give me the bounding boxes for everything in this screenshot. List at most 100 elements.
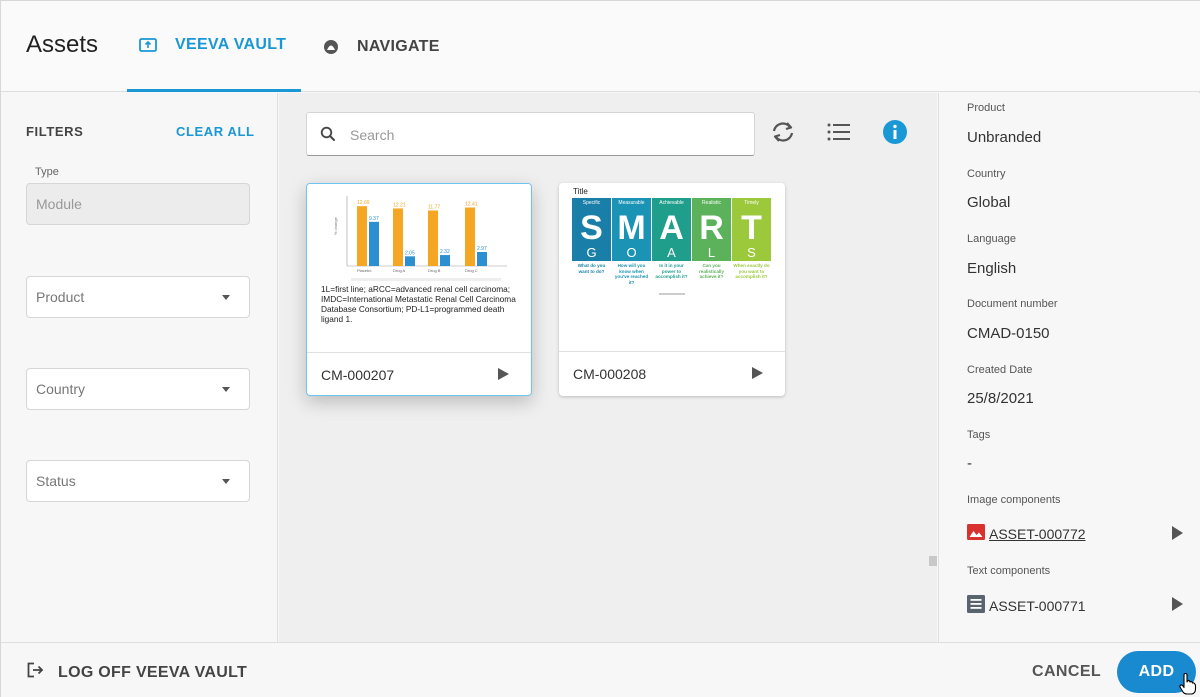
asset-id: CM-000207: [321, 367, 395, 383]
country-select[interactable]: Country: [26, 368, 250, 410]
chart-caption: 1L=first line; aRCC=advanced renal cell …: [321, 284, 516, 324]
detail-label: Created Date: [967, 364, 1033, 376]
footer: LOG OFF VEEVA VAULT CANCEL ADD: [1, 642, 1200, 697]
detail-label: Product: [967, 102, 1005, 114]
svg-text:% change: % change: [333, 216, 338, 235]
cancel-button[interactable]: CANCEL: [1032, 663, 1101, 681]
smart-letter: T: [732, 209, 771, 247]
detail-label: Country: [967, 168, 1006, 180]
smart-letter: R: [692, 209, 731, 247]
list-view-icon: [827, 123, 851, 146]
bar-label: 12.21: [393, 202, 406, 208]
bar-label: 2.32: [440, 249, 450, 255]
smart-word-letter: G: [572, 245, 611, 261]
chart-thumbnail: % change 12.69 9.37 12.21 2.05 11.77 2.32 12.4…: [307, 184, 531, 353]
smart-column: Measurable M O How will you know when you'v…: [612, 198, 651, 302]
search-icon: [320, 126, 336, 147]
smart-letter: S: [572, 209, 611, 247]
detail-value: Unbranded: [967, 129, 1042, 146]
tab-veeva-vault[interactable]: VEEVA VAULT: [127, 1, 301, 92]
tab-navigate[interactable]: NAVIGATE: [323, 1, 473, 92]
chart-bar: [405, 256, 415, 266]
smart-word-letter: O: [612, 245, 651, 261]
thumbnail-title: Title: [573, 187, 588, 196]
category-label: Drug B: [428, 268, 441, 273]
smart-question: Can you realistically achieve it?: [698, 263, 725, 279]
image-component-link[interactable]: ASSET-000772: [967, 524, 1086, 543]
play-icon[interactable]: [498, 368, 509, 380]
asset-browser-dialog: Assets VEEVA VAULT NAVIGATE FILTERS CLEA…: [0, 0, 1200, 697]
bar-label: 2.97: [477, 246, 487, 252]
clear-all-button[interactable]: CLEAR ALL: [176, 124, 255, 139]
smart-question: Is it in your power to accomplish it?: [655, 263, 688, 279]
chart-bar: [440, 255, 450, 266]
log-off-label: LOG OFF VEEVA VAULT: [58, 663, 248, 681]
chart-bar: [357, 206, 367, 266]
thumbnail-footnote: [659, 293, 685, 295]
smart-word-letter: A: [652, 245, 691, 261]
play-icon[interactable]: [752, 367, 763, 379]
chart-bar: [465, 207, 475, 266]
chevron-down-icon: [222, 295, 230, 300]
detail-label: Document number: [967, 298, 1058, 310]
smart-column: Achievable A A Is it in your power to accom…: [652, 198, 691, 302]
asset-card[interactable]: % change 12.69 9.37 12.21 2.05 11.77 2.32 12.4…: [306, 183, 532, 396]
play-icon[interactable]: [1172, 597, 1183, 611]
bar-label: 9.37: [369, 216, 379, 222]
info-icon: [882, 119, 908, 150]
vault-icon: [139, 38, 157, 52]
search-input[interactable]: [350, 125, 740, 145]
smart-header: Achievable: [652, 198, 691, 209]
document-icon: [967, 595, 985, 616]
image-icon: [967, 524, 985, 543]
tab-label: NAVIGATE: [357, 37, 440, 55]
smart-header: Specific: [572, 198, 611, 209]
text-component-link[interactable]: ASSET-000771: [967, 595, 1086, 616]
smart-word-letter: S: [732, 245, 771, 261]
smart-question: How will you know when you've reached it…: [614, 263, 649, 285]
status-select[interactable]: Status: [26, 460, 250, 502]
chart-bar: [428, 210, 438, 266]
detail-label: Language: [967, 233, 1016, 245]
category-label: Drug C: [465, 268, 478, 273]
info-button[interactable]: [881, 119, 909, 150]
smart-question: When exactly do you want to accomplish i…: [733, 263, 770, 279]
text-component-name: ASSET-000771: [989, 597, 1086, 614]
chart-bar: [477, 251, 487, 266]
smart-column: Realistic R L Can you realistically achieve…: [692, 198, 731, 302]
chart-bar: [369, 221, 379, 266]
smart-question: What do you want to do?: [577, 263, 606, 274]
bar-label: 12.69: [357, 200, 370, 206]
scrollbar-thumb[interactable]: [929, 556, 937, 566]
chart-thumbnail-graphic: % change 12.69 9.37 12.21 2.05 11.77 2.32 12.4…: [333, 196, 507, 281]
list-view-button[interactable]: [825, 120, 853, 148]
product-select[interactable]: Product: [26, 276, 250, 318]
navigate-icon: [323, 39, 339, 55]
filters-title: FILTERS: [26, 124, 84, 139]
image-component-name: ASSET-000772: [989, 525, 1086, 542]
search-box[interactable]: [306, 112, 755, 156]
details-panel: Product Unbranded Country Global Languag…: [938, 93, 1200, 642]
chart-bar: [393, 208, 403, 266]
asset-grid-area: % change 12.69 9.37 12.21 2.05 11.77 2.32 12.4…: [279, 93, 937, 642]
tab-label: VEEVA VAULT: [175, 36, 287, 53]
smart-header: Timely: [732, 198, 771, 209]
play-icon[interactable]: [1172, 526, 1183, 540]
log-off-button[interactable]: LOG OFF VEEVA VAULT: [27, 662, 247, 683]
page-title: Assets: [26, 31, 99, 58]
logout-icon: [27, 662, 44, 683]
bar-label: 2.05: [405, 250, 415, 256]
smart-goals-thumbnail: Title Specific S G What do you want to do? M…: [559, 183, 785, 352]
text-components-label: Text components: [967, 565, 1051, 577]
refresh-button[interactable]: [769, 120, 797, 148]
smart-header: Realistic: [692, 198, 731, 209]
country-placeholder: Country: [36, 381, 86, 397]
asset-id: CM-000208: [573, 366, 647, 382]
detail-value: CMAD-0150: [967, 325, 1050, 342]
asset-card[interactable]: Title Specific S G What do you want to do? M…: [559, 183, 785, 396]
image-components-label: Image components: [967, 494, 1061, 506]
detail-value: -: [967, 455, 972, 472]
chevron-down-icon: [222, 479, 230, 484]
category-label: Placebo: [357, 268, 372, 273]
header: Assets VEEVA VAULT NAVIGATE: [1, 1, 1200, 92]
